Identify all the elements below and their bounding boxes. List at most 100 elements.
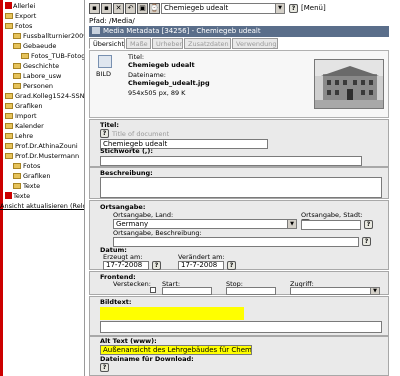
tree-item[interactable]: Gebaeude <box>13 42 56 51</box>
folder-icon <box>13 173 21 179</box>
stichworte-input[interactable] <box>100 156 362 166</box>
tree-item[interactable]: Fotos_TUB-Fotogra <box>21 52 84 61</box>
ortsangabe-label: Ortsangabe: <box>100 203 146 211</box>
tree-item[interactable]: Fotos <box>13 162 40 171</box>
tree-item-label: Import <box>15 112 37 120</box>
tree-item[interactable]: Lehre <box>5 132 33 141</box>
tree-item[interactable]: Grafiken <box>13 172 50 181</box>
tree-item[interactable]: Labore_usw <box>13 72 61 81</box>
stichworte-label: Stichworte (,): <box>100 147 153 155</box>
veraendert-label: Verändert am: <box>178 253 225 261</box>
start-input[interactable] <box>162 287 212 295</box>
tree-item-label: Prof.Dr.Mustermann <box>15 152 80 160</box>
land-label: Ortsangabe, Land: <box>113 211 174 219</box>
tree-item-label: Allerlei <box>13 2 36 10</box>
tree-item[interactable]: Prof.Dr.AthinaZouni <box>5 142 78 151</box>
beschreibung-label: Beschreibung: <box>100 169 153 177</box>
land-select-value: Germany <box>116 220 149 228</box>
tab-zusatzdaten[interactable]: Zusatzdaten <box>184 38 231 49</box>
verstecken-checkbox[interactable] <box>150 287 156 293</box>
tab-uebersicht[interactable]: Übersicht <box>89 38 125 49</box>
tree-item[interactable]: Texte <box>5 192 30 201</box>
record-select[interactable]: Chemiegeb udealt ▼ <box>161 3 285 14</box>
veraendert-help-icon[interactable]: ? <box>227 261 236 270</box>
folder-icon <box>5 113 13 119</box>
alttext-input[interactable]: Außenansicht des Lehrgebäudes für Chemie <box>100 345 252 355</box>
red-marker-icon <box>5 2 12 9</box>
dateiname-download-label: Dateiname für Download: <box>100 355 194 363</box>
folder-icon <box>13 63 21 69</box>
titel-label: Titel: <box>100 121 120 129</box>
folder-icon <box>5 93 13 99</box>
folder-icon <box>13 83 21 89</box>
stadt-input[interactable] <box>301 220 361 230</box>
stadt-help-icon[interactable]: ? <box>364 220 373 229</box>
veraendert-input[interactable]: 17-7-2008 <box>178 261 224 270</box>
tree-item[interactable]: Personen <box>13 82 53 91</box>
menu-link[interactable]: [Menü] <box>301 4 326 12</box>
tree-item[interactable]: Texte <box>13 182 40 191</box>
folder-icon <box>5 153 13 159</box>
tree-item[interactable]: Fotos <box>5 22 32 31</box>
chevron-down-icon: ▼ <box>370 288 379 294</box>
erzeugt-input[interactable]: 17-7-2008 <box>103 261 149 270</box>
tree-item[interactable]: Grafiken <box>5 102 42 111</box>
tree-item[interactable]: Grad.Kolleg1524-SSNI <box>5 92 85 101</box>
main-panel: ▪ ▪ ✕ ↶ ▣ ⌚ Chemiegeb udealt ▼ ? [Menü] … <box>85 0 400 376</box>
undo-icon[interactable]: ↶ <box>125 3 136 14</box>
history-icon[interactable]: ⌚ <box>149 3 160 14</box>
title-value: Chemiegeb udealt <box>128 61 195 69</box>
tree-item-label: Labore_usw <box>23 72 62 80</box>
save-icon[interactable]: ▪ <box>89 3 100 14</box>
folder-tree: Allerlei Export Fotos Fussballturnier2009 Ge… <box>0 0 85 376</box>
erzeugt-help-icon[interactable]: ? <box>152 261 161 270</box>
metadata-header: Media Metadata [34256] - Chemiegeb udeal… <box>89 26 389 37</box>
bildtext-textarea-area[interactable] <box>100 321 382 333</box>
image-thumbnail[interactable] <box>314 59 384 109</box>
dateiname-download-help-icon[interactable]: ? <box>100 363 109 372</box>
image-file-icon <box>98 55 112 68</box>
titel-help-icon[interactable]: ? <box>100 129 109 138</box>
red-marker-icon <box>5 192 12 199</box>
record-select-value: Chemiegeb udealt <box>164 4 229 12</box>
folder-icon <box>13 183 21 189</box>
close-icon[interactable]: ✕ <box>113 3 124 14</box>
building-photo <box>315 60 383 108</box>
beschreibung-textarea[interactable] <box>100 177 382 198</box>
file-info-panel: BILD Titel: Chemiegeb udealt Dateiname: … <box>89 50 389 118</box>
tree-item-label: Kalender <box>15 122 44 130</box>
chevron-down-icon: ▼ <box>275 4 284 13</box>
tree-item[interactable]: Prof.Dr.Mustermann <box>5 152 79 161</box>
zugriff-select[interactable]: ▼ <box>290 287 380 295</box>
help-icon[interactable]: ? <box>289 4 298 13</box>
tree-accent-bar <box>0 0 3 376</box>
reload-link[interactable]: Ansicht aktualisieren (Reload) <box>0 202 84 210</box>
tree-item[interactable]: Allerlei <box>5 2 35 11</box>
save-close-icon[interactable]: ▪ <box>101 3 112 14</box>
tree-item-label: Fotos <box>23 162 41 170</box>
tree-item-label: Lehre <box>15 132 34 140</box>
ort-beschreibung-help-icon[interactable]: ? <box>362 237 371 246</box>
bildtext-textarea[interactable] <box>100 307 244 320</box>
bildtext-label: Bildtext: <box>100 298 132 306</box>
view-icon[interactable]: ▣ <box>137 3 148 14</box>
tab-urheber[interactable]: Urheber <box>152 38 183 49</box>
tree-item-label: Fussballturnier2009 <box>23 32 85 40</box>
land-select[interactable]: Germany ▼ <box>113 219 297 229</box>
alt-text-section: Alt Text (www): Außenansicht des Lehrgeb… <box>89 336 389 376</box>
tree-item[interactable]: Geschichte <box>13 62 59 71</box>
tab-masse[interactable]: Maße <box>126 38 151 49</box>
tree-item[interactable]: Fussballturnier2009 <box>13 32 85 41</box>
folder-icon <box>5 123 13 129</box>
folder-icon <box>5 133 13 139</box>
tree-item[interactable]: Import <box>5 112 37 121</box>
tree-item[interactable]: Export <box>5 12 36 21</box>
tree-item-label: Prof.Dr.AthinaZouni <box>15 142 78 150</box>
tab-verwendung[interactable]: Verwendung <box>232 38 278 49</box>
tree-item-label: Grad.Kolleg1524-SSNI <box>15 92 85 100</box>
ort-beschreibung-input[interactable] <box>113 237 359 247</box>
tree-item-label: Gebaeude <box>23 42 57 50</box>
stop-input[interactable] <box>226 287 276 295</box>
tree-item[interactable]: Kalender <box>5 122 44 131</box>
folder-icon <box>13 163 21 169</box>
